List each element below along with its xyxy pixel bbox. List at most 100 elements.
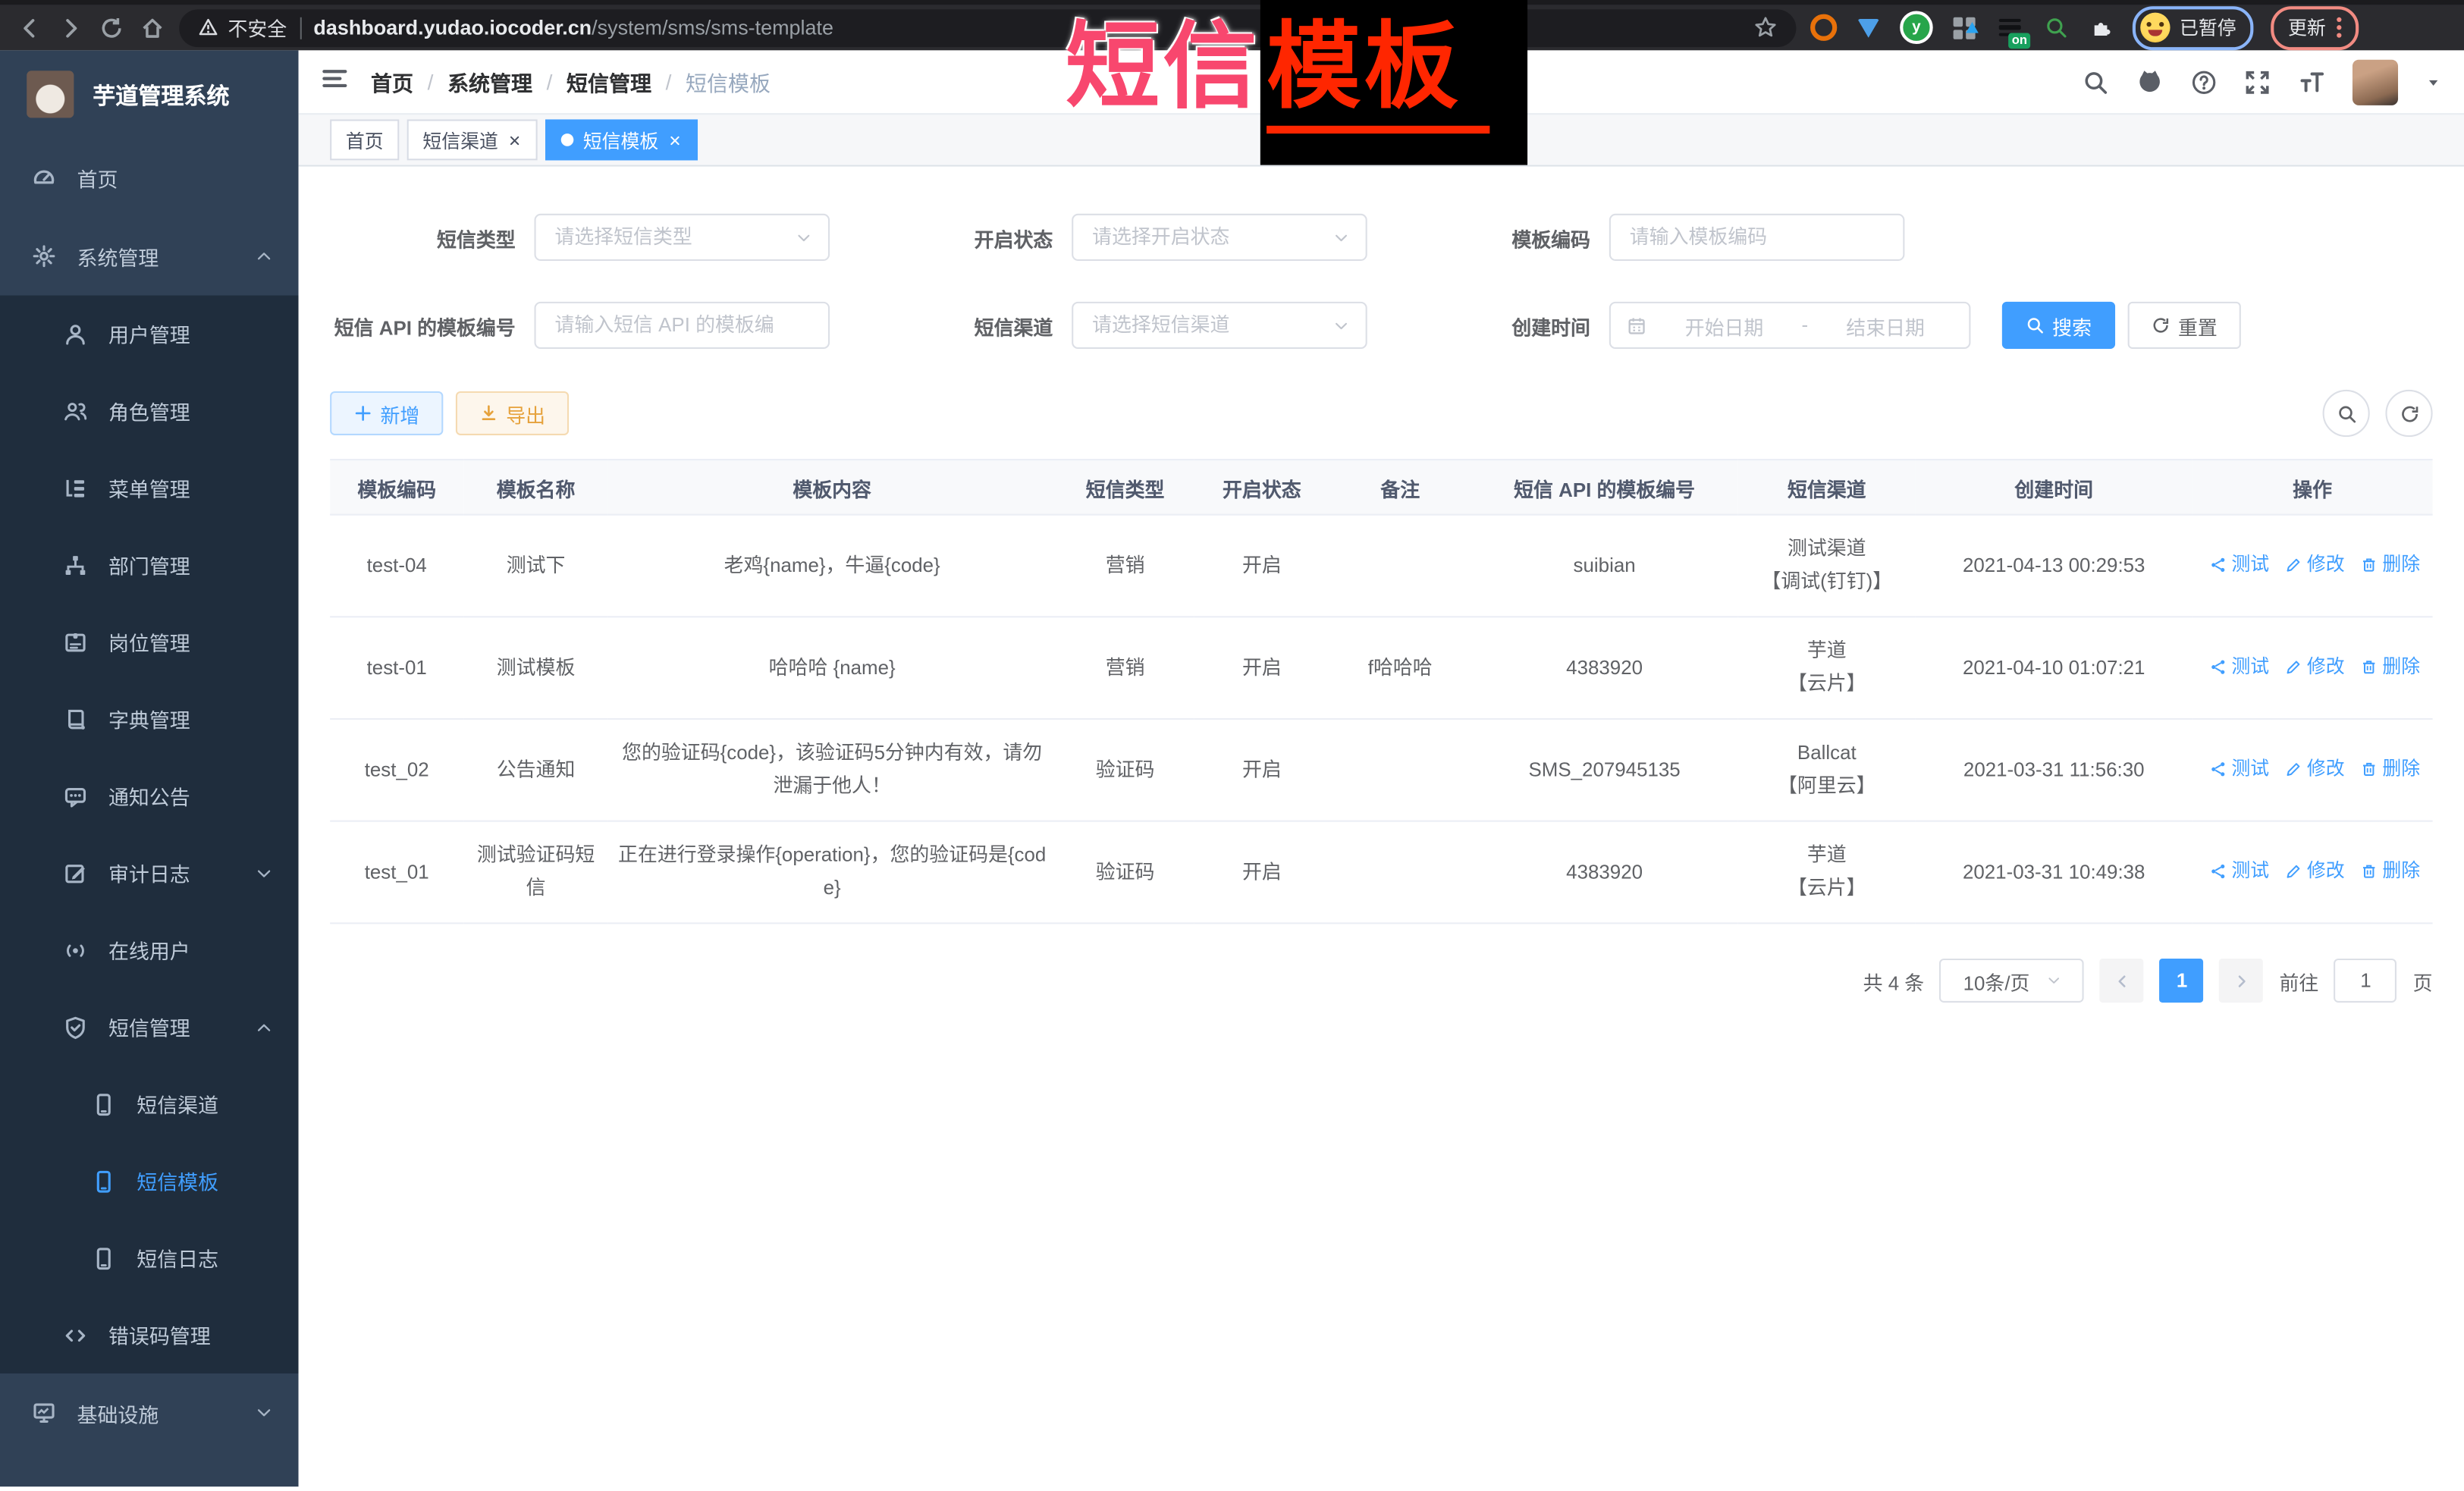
phone-icon <box>91 1245 116 1270</box>
sidebar-item-online-users[interactable]: 在线用户 <box>0 912 299 989</box>
channel-input[interactable] <box>1089 312 1323 337</box>
tab-home[interactable]: 首页 <box>330 119 399 160</box>
sidebar-item-sms-log[interactable]: 短信日志 <box>0 1219 299 1297</box>
close-icon[interactable] <box>668 133 683 147</box>
browser-menu-icon[interactable] <box>2337 17 2341 38</box>
sidebar-item-sms-template[interactable]: 短信模板 <box>0 1142 299 1219</box>
template-code-input[interactable] <box>1627 224 1888 250</box>
header-actions <box>2083 59 2443 105</box>
date-range-picker[interactable]: 开始日期 - 结束日期 <box>1609 302 1971 349</box>
extension-magnifier-icon[interactable] <box>2042 14 2070 42</box>
close-icon[interactable] <box>507 133 522 147</box>
chevron-up-icon <box>255 246 274 265</box>
page-number-1[interactable]: 1 <box>2160 959 2204 1003</box>
security-chip[interactable]: 不安全 <box>198 13 287 42</box>
extension-list-icon[interactable]: on <box>1996 14 2024 42</box>
extension-grid-icon[interactable] <box>1950 14 1978 42</box>
status-input[interactable] <box>1089 224 1323 250</box>
channel-select[interactable] <box>1072 302 1367 349</box>
sidebar-item-menu-mgmt[interactable]: 菜单管理 <box>0 450 299 527</box>
caret-down-icon[interactable] <box>2425 73 2442 90</box>
sidebar-item-sms-mgmt[interactable]: 短信管理 <box>0 988 299 1066</box>
sidebar-item-dict-mgmt[interactable]: 字典管理 <box>0 680 299 758</box>
sidebar-item-system-mgmt[interactable]: 系统管理 <box>0 217 299 296</box>
api-template-id-field[interactable] <box>535 302 830 349</box>
tab-sms-channel[interactable]: 短信渠道 <box>407 119 538 160</box>
help-icon[interactable] <box>2191 68 2218 95</box>
edit-link[interactable]: 修改 <box>2285 548 2345 581</box>
chevron-down-icon <box>2045 973 2061 989</box>
export-button[interactable]: 导出 <box>456 391 569 435</box>
browser-home-icon[interactable] <box>138 14 166 42</box>
goto-page-input[interactable] <box>2334 959 2397 1003</box>
delete-link[interactable]: 删除 <box>2360 752 2420 785</box>
breadcrumb: 首页 / 系统管理 / 短信管理 / 短信模板 <box>371 66 771 97</box>
font-size-icon[interactable] <box>2297 67 2325 96</box>
fullscreen-icon[interactable] <box>2244 68 2271 95</box>
sidebar-item-dept-mgmt[interactable]: 部门管理 <box>0 526 299 604</box>
extension-y-icon[interactable]: y <box>1900 11 1933 45</box>
delete-link[interactable]: 删除 <box>2360 854 2420 887</box>
browser-forward-icon[interactable] <box>57 14 85 42</box>
sidebar-item-post-mgmt[interactable]: 岗位管理 <box>0 604 299 681</box>
bookmark-star-icon[interactable] <box>1753 16 1777 39</box>
toggle-search-button[interactable] <box>2323 390 2370 437</box>
delete-link[interactable]: 删除 <box>2360 548 2420 581</box>
refresh-icon <box>2399 403 2419 423</box>
table-toolbar: 新增 导出 <box>330 390 2432 437</box>
sidebar-item-role-mgmt[interactable]: 角色管理 <box>0 372 299 450</box>
api-template-id-input[interactable] <box>551 312 812 337</box>
add-button[interactable]: 新增 <box>330 391 443 435</box>
test-link[interactable]: 测试 <box>2209 854 2269 887</box>
github-icon[interactable] <box>2136 67 2164 96</box>
tab-sms-template[interactable]: 短信模板 <box>545 119 698 160</box>
sidebar-item-sms-channel[interactable]: 短信渠道 <box>0 1066 299 1143</box>
browser-reload-icon[interactable] <box>97 14 125 42</box>
page-size-select[interactable]: 10条/页 <box>1940 959 2085 1003</box>
col-status: 开启状态 <box>1194 460 1329 515</box>
extensions-puzzle-icon[interactable] <box>2087 14 2115 42</box>
browser-update-button[interactable]: 更新 <box>2271 5 2359 49</box>
app-logo[interactable]: 芋道管理系统 <box>0 50 299 138</box>
start-date-placeholder[interactable]: 开始日期 <box>1656 310 1792 340</box>
pen-icon <box>2285 658 2302 675</box>
template-code-field[interactable] <box>1609 214 1905 261</box>
sms-type-input[interactable] <box>551 224 786 250</box>
browser-back-icon[interactable] <box>16 14 44 42</box>
search-button[interactable]: 搜索 <box>2002 302 2115 349</box>
active-dot <box>561 133 574 146</box>
extension-pin-icon[interactable] <box>1854 14 1882 42</box>
edit-link[interactable]: 修改 <box>2285 650 2345 683</box>
end-date-placeholder[interactable]: 结束日期 <box>1818 310 1954 340</box>
edit-link[interactable]: 修改 <box>2285 752 2345 785</box>
chevron-down-icon <box>255 1403 274 1422</box>
prev-page-button[interactable] <box>2100 959 2144 1003</box>
edit-link[interactable]: 修改 <box>2285 854 2345 887</box>
search-icon[interactable] <box>2083 68 2109 95</box>
test-link[interactable]: 测试 <box>2209 650 2269 683</box>
share-icon <box>2209 555 2227 573</box>
sidebar-item-errorcode-mgmt[interactable]: 错误码管理 <box>0 1296 299 1373</box>
browser-profile-chip[interactable]: 已暂停 <box>2133 5 2254 49</box>
test-link[interactable]: 测试 <box>2209 548 2269 581</box>
next-page-button[interactable] <box>2220 959 2264 1003</box>
status-select[interactable] <box>1072 214 1367 261</box>
sidebar-collapse-icon[interactable] <box>321 64 349 100</box>
test-link[interactable]: 测试 <box>2209 752 2269 785</box>
breadcrumb-sms[interactable]: 短信管理 <box>567 66 651 97</box>
sidebar-item-audit-log[interactable]: 审计日志 <box>0 834 299 912</box>
breadcrumb-system[interactable]: 系统管理 <box>447 66 532 97</box>
sidebar-item-notice[interactable]: 通知公告 <box>0 758 299 835</box>
sidebar-item-user-mgmt[interactable]: 用户管理 <box>0 296 299 373</box>
user-avatar[interactable] <box>2353 59 2398 105</box>
delete-link[interactable]: 删除 <box>2360 650 2420 683</box>
breadcrumb-home[interactable]: 首页 <box>371 66 413 97</box>
sidebar-item-infrastructure[interactable]: 基础设施 <box>0 1373 299 1452</box>
address-bar[interactable]: 不安全 dashboard.yudao.iocoder.cn/system/sm… <box>179 8 1796 46</box>
refresh-table-button[interactable] <box>2385 390 2432 437</box>
reset-button[interactable]: 重置 <box>2128 302 2241 349</box>
sidebar-item-home[interactable]: 首页 <box>0 138 299 217</box>
extension-ring-icon[interactable] <box>1809 14 1837 42</box>
sms-type-select[interactable] <box>535 214 830 261</box>
col-template-code: 模板编码 <box>330 460 463 515</box>
